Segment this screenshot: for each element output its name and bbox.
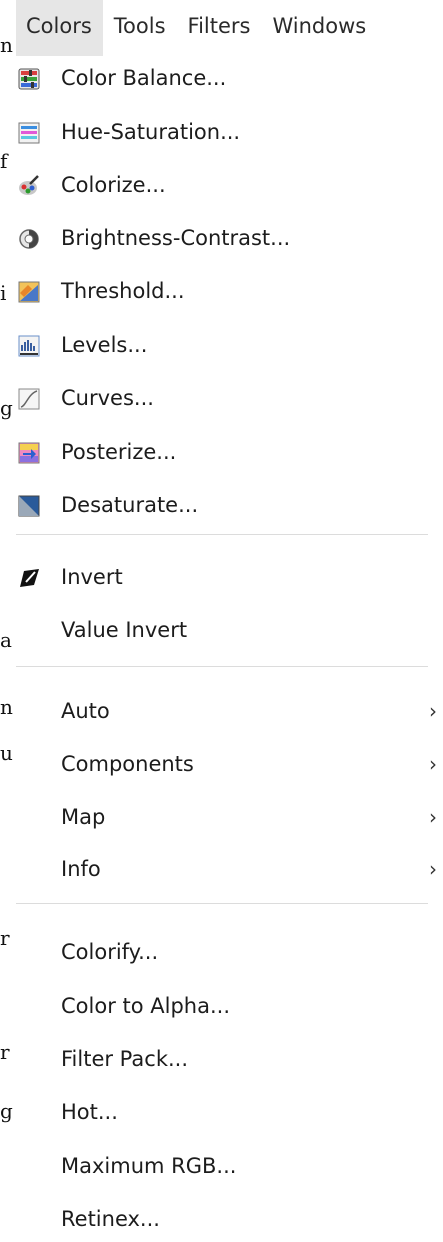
submenu-arrow-icon: › — [429, 752, 437, 776]
menu-item-retinex[interactable]: Retinex... — [16, 1204, 443, 1242]
background-text-fragment: n — [0, 33, 13, 57]
menu-item-label: Posterize... — [61, 440, 177, 464]
menu-item-color-to-alpha[interactable]: Color to Alpha... — [16, 991, 443, 1029]
menubar-colors[interactable]: Colors — [16, 0, 103, 56]
curves-icon — [18, 388, 40, 410]
background-text-fragment: a — [0, 628, 12, 652]
menu-item-desaturate[interactable]: Desaturate... — [16, 490, 443, 528]
menu-item-label: Auto — [61, 699, 110, 723]
menubar: Colors Tools Filters Windows — [16, 0, 443, 56]
submenu-arrow-icon: › — [429, 699, 437, 723]
background-text-fragment: r — [0, 926, 10, 950]
menu-item-posterize[interactable]: Posterize... — [16, 437, 443, 475]
submenu-arrow-icon: › — [429, 805, 437, 829]
menu-item-hot[interactable]: Hot... — [16, 1097, 443, 1135]
menu-item-label: Hot... — [61, 1100, 118, 1124]
levels-icon — [18, 335, 40, 357]
menu-item-filter-pack[interactable]: Filter Pack... — [16, 1044, 443, 1082]
menu-item-label: Brightness-Contrast... — [61, 226, 291, 250]
menu-item-hue-saturation[interactable]: Hue-Saturation... — [16, 117, 443, 155]
desaturate-icon — [18, 495, 40, 517]
background-text-fragment: u — [0, 741, 13, 765]
menu-item-label: Desaturate... — [61, 493, 199, 517]
menu-separator — [16, 666, 428, 667]
menu-item-label: Components — [61, 752, 194, 776]
background-text-fragment: g — [0, 1099, 13, 1123]
background-text-fragment: i — [0, 281, 7, 305]
menu-item-label: Map — [61, 805, 106, 829]
menu-item-label: Invert — [61, 565, 123, 589]
menu-item-curves[interactable]: Curves... — [16, 383, 443, 421]
background-text-fragment: n — [0, 695, 13, 719]
menu-item-value-invert[interactable]: Value Invert — [16, 615, 443, 653]
menu-item-invert[interactable]: Invert — [16, 562, 443, 600]
menu-item-components[interactable]: Components › — [16, 749, 443, 787]
menu-item-label: Colorify... — [61, 940, 159, 964]
menu-item-label: Color Balance... — [61, 66, 227, 90]
menu-item-colorize[interactable]: Colorize... — [16, 170, 443, 208]
menu-item-label: Hue-Saturation... — [61, 120, 241, 144]
menu-item-auto[interactable]: Auto › — [16, 696, 443, 734]
menu-item-info[interactable]: Info › — [16, 854, 443, 892]
menu-separator — [16, 903, 428, 904]
background-text-fragment: r — [0, 1040, 10, 1064]
hue-saturation-icon — [18, 122, 40, 144]
menu-item-label: Threshold... — [61, 279, 185, 303]
menubar-filters[interactable]: Filters — [177, 0, 262, 56]
menu-item-label: Retinex... — [61, 1207, 160, 1231]
menu-item-label: Curves... — [61, 386, 154, 410]
menubar-tools[interactable]: Tools — [103, 0, 177, 56]
menu-item-label: Value Invert — [61, 618, 188, 642]
menu-item-label: Color to Alpha... — [61, 994, 230, 1018]
menu-item-brightness-contrast[interactable]: Brightness-Contrast... — [16, 223, 443, 261]
background-text-fragment: f — [0, 149, 8, 173]
menu-item-colorify[interactable]: Colorify... — [16, 937, 443, 975]
submenu-arrow-icon: › — [429, 857, 437, 881]
menu-item-label: Info — [61, 857, 101, 881]
background-document: n f i g a n u r r g — [0, 0, 16, 1226]
menu-item-label: Filter Pack... — [61, 1047, 189, 1071]
menu-item-label: Colorize... — [61, 173, 166, 197]
menu-item-levels[interactable]: Levels... — [16, 330, 443, 368]
invert-icon — [20, 569, 39, 587]
threshold-icon — [18, 281, 40, 303]
menubar-windows[interactable]: Windows — [261, 0, 377, 56]
background-text-fragment: g — [0, 396, 13, 420]
menu-item-maximum-rgb[interactable]: Maximum RGB... — [16, 1151, 443, 1189]
brightness-contrast-icon — [19, 229, 39, 249]
menu-item-label: Levels... — [61, 333, 148, 357]
menu-item-map[interactable]: Map › — [16, 802, 443, 840]
menu-item-label: Maximum RGB... — [61, 1154, 237, 1178]
colorize-icon — [19, 175, 39, 195]
posterize-icon — [18, 442, 40, 464]
colors-menu: Color Balance... Hue-Saturation... Color… — [16, 56, 443, 1231]
menu-separator — [16, 534, 428, 535]
menu-item-threshold[interactable]: Threshold... — [16, 276, 443, 314]
menu-item-color-balance[interactable]: Color Balance... — [16, 63, 443, 101]
color-balance-icon — [18, 68, 40, 90]
